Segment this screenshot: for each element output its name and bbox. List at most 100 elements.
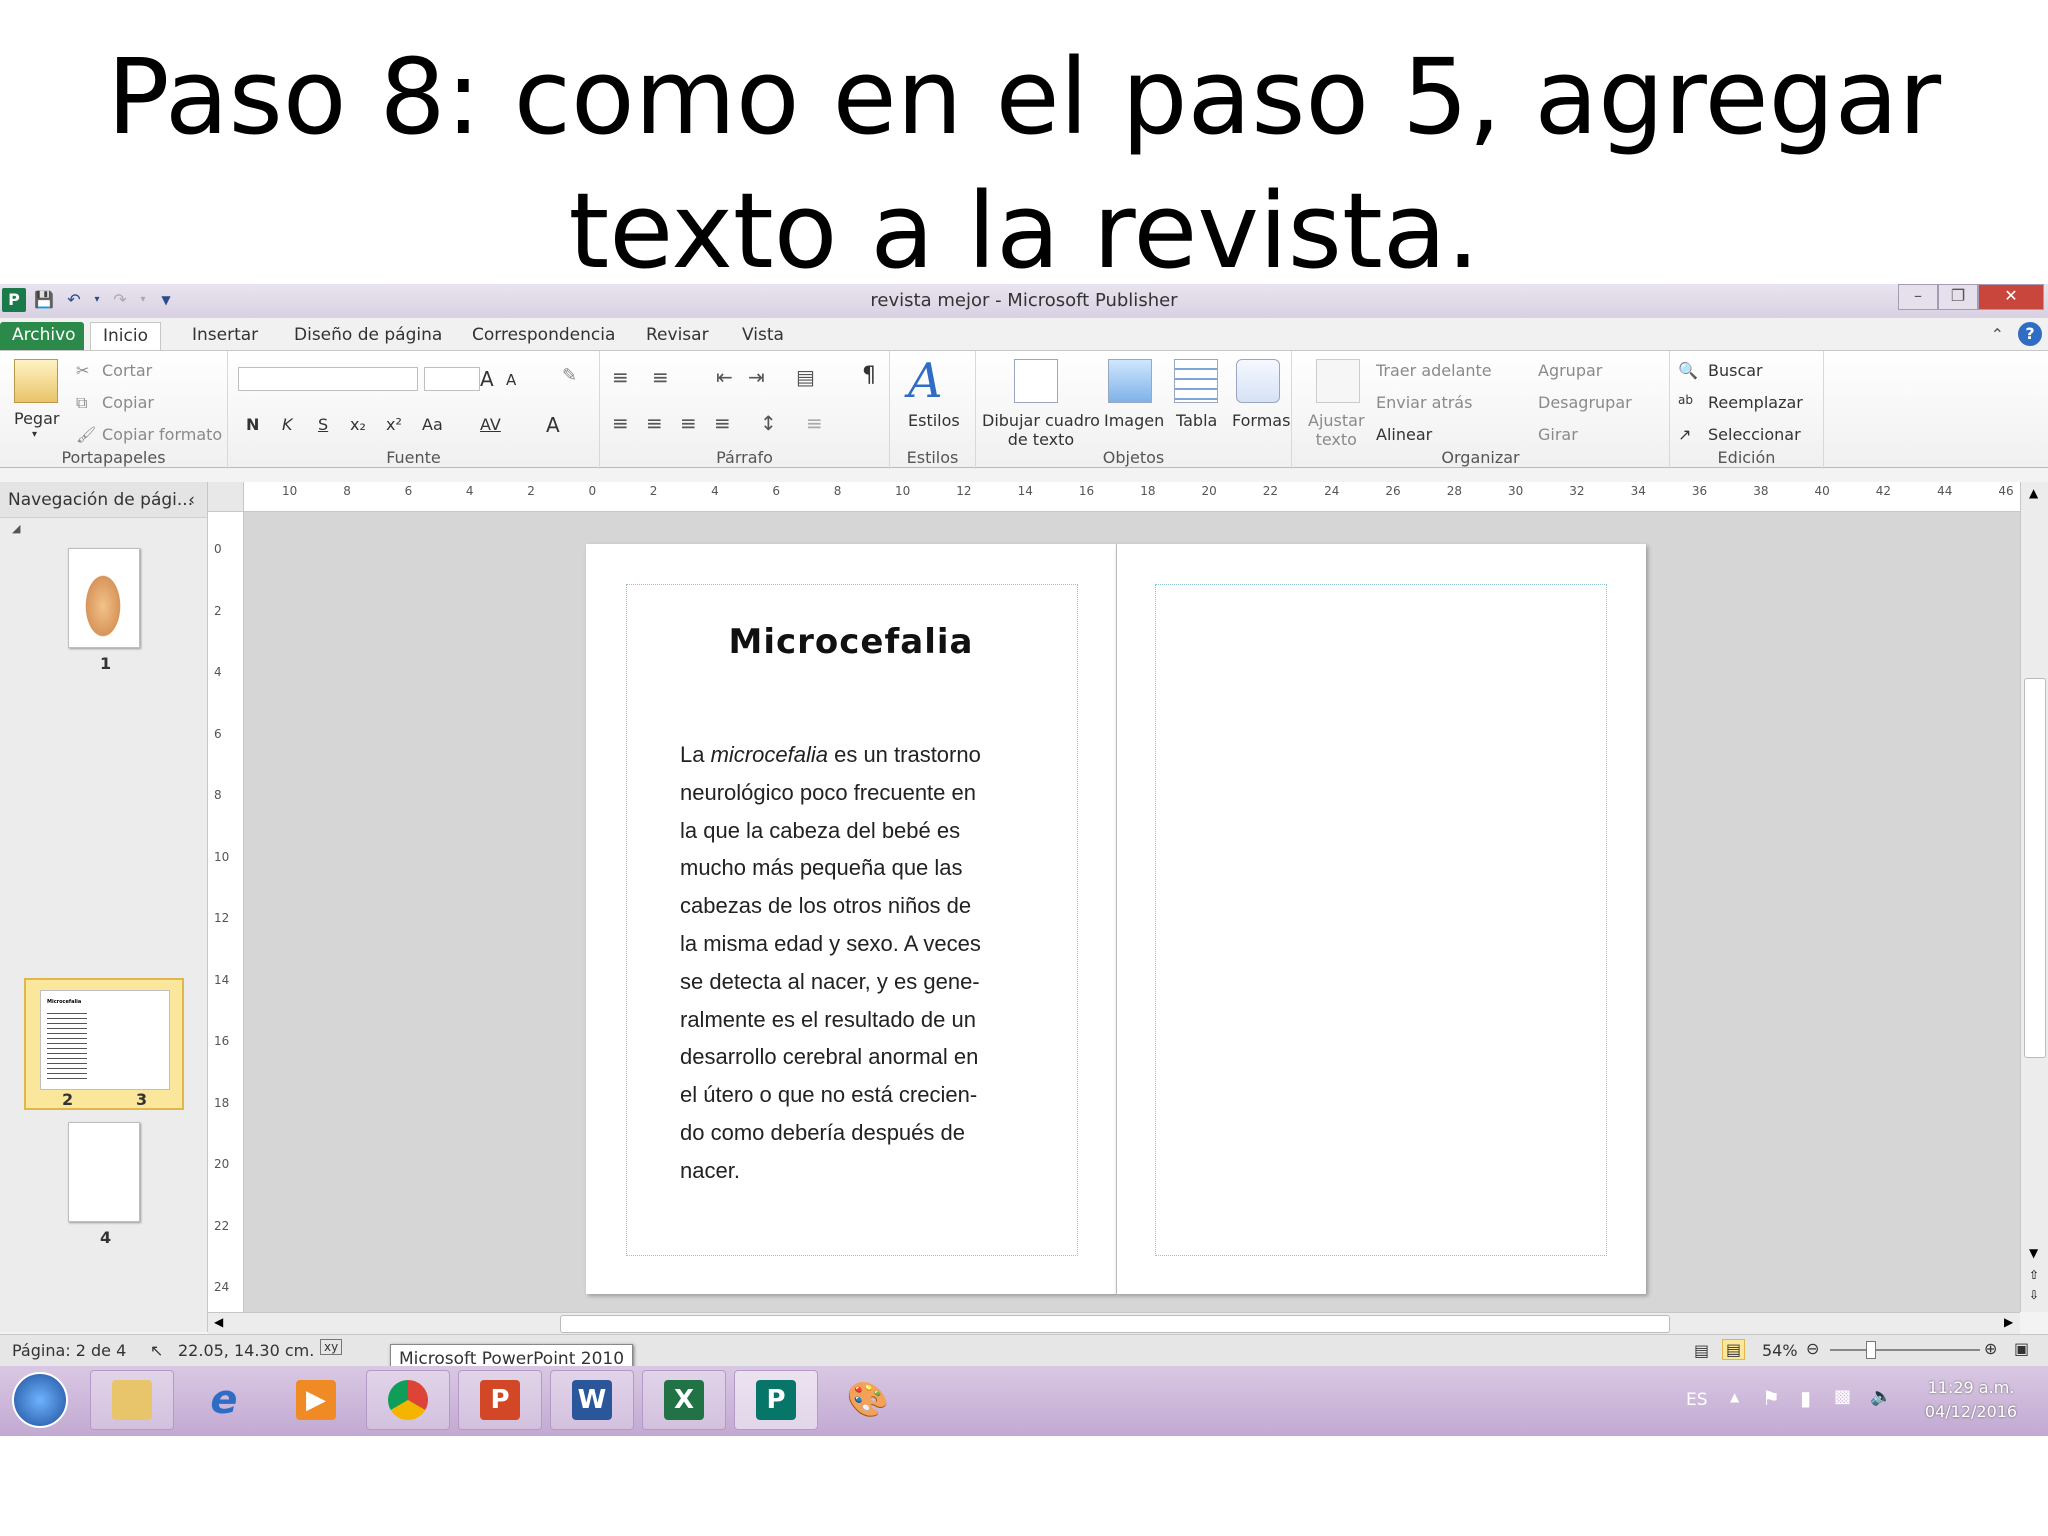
columns-icon[interactable]: ▤ <box>796 365 815 389</box>
copy-icon[interactable]: ⧉ <box>76 393 87 413</box>
taskbar-explorer[interactable] <box>90 1370 174 1430</box>
character-spacing-button[interactable]: AV <box>480 415 501 434</box>
align-right-icon[interactable]: ≡ <box>680 411 697 435</box>
line-spacing-icon[interactable]: ↕ <box>760 411 777 435</box>
cut-button[interactable]: Cortar <box>102 361 152 380</box>
selected-spread[interactable]: Microcefalia 2 3 <box>24 978 184 1110</box>
page-2[interactable]: Microcefalia La microcefalia es un trast… <box>586 544 1116 1294</box>
action-center-icon[interactable]: ⚑ <box>1762 1386 1780 1410</box>
help-icon[interactable]: ? <box>2018 322 2042 346</box>
page-thumbnail-2-3[interactable]: Microcefalia <box>40 990 170 1090</box>
replace-icon[interactable]: ab <box>1678 393 1693 407</box>
table-icon[interactable] <box>1174 359 1218 403</box>
battery-icon[interactable]: ▮ <box>1800 1386 1811 1410</box>
replace-button[interactable]: Reemplazar <box>1708 393 1803 412</box>
zoom-out-icon[interactable]: ⊖ <box>1806 1339 1819 1358</box>
styles-icon[interactable]: A <box>908 353 943 409</box>
ungroup-button[interactable]: Desagrupar <box>1538 393 1632 412</box>
clock[interactable]: 11:29 a.m. 04/12/2016 <box>1916 1376 2026 1424</box>
paragraph-spacing-icon[interactable]: ≡ <box>806 411 823 435</box>
shapes-icon[interactable] <box>1236 359 1280 403</box>
tab-inicio[interactable]: Inicio <box>90 322 161 350</box>
font-name-combo[interactable] <box>238 367 418 391</box>
close-icon[interactable]: ✕ <box>1978 284 2044 310</box>
bold-button[interactable]: N <box>246 415 259 434</box>
numbering-icon[interactable]: ≡ <box>652 365 669 389</box>
tab-revisar[interactable]: Revisar <box>634 322 721 350</box>
taskbar-chrome[interactable] <box>366 1370 450 1430</box>
show-formatting-button[interactable]: ¶ <box>862 363 876 388</box>
select-button[interactable]: Seleccionar <box>1708 425 1801 444</box>
taskbar-internet-explorer[interactable]: e <box>182 1370 266 1430</box>
horizontal-ruler[interactable]: 10 8 6 4 2 0 2 4 6 8 10 12 14 16 18 20 22 24 26 28 30 32 34 36 3… <box>244 482 2020 512</box>
taskbar-publisher[interactable]: P <box>734 1370 818 1430</box>
next-page-icon[interactable]: ⇩ <box>2029 1288 2039 1302</box>
tab-vista[interactable]: Vista <box>730 322 796 350</box>
tab-diseno-pagina[interactable]: Diseño de página <box>282 322 454 350</box>
start-button-icon[interactable] <box>12 1372 68 1428</box>
clear-format-icon[interactable]: ✎ <box>562 365 577 386</box>
taskbar-powerpoint[interactable]: P <box>458 1370 542 1430</box>
taskbar-excel[interactable]: X <box>642 1370 726 1430</box>
vertical-scrollbar[interactable]: ▲ ▼ ⇧ ⇩ <box>2020 482 2048 1312</box>
justify-icon[interactable]: ≡ <box>714 411 731 435</box>
taskbar-word[interactable]: W <box>550 1370 634 1430</box>
format-painter-icon[interactable]: 🖌 <box>76 425 96 444</box>
zoom-in-icon[interactable]: ⊕ <box>1984 1339 1997 1358</box>
page-indicator[interactable]: Página: 2 de 4 <box>12 1341 126 1360</box>
horizontal-scroll-thumb[interactable] <box>560 1315 1670 1333</box>
horizontal-scrollbar[interactable]: ◀ ▶ <box>208 1312 2020 1334</box>
page-thumbnail-4[interactable] <box>68 1122 140 1222</box>
tab-archivo[interactable]: Archivo <box>0 322 84 350</box>
grow-font-icon[interactable]: A <box>480 367 494 391</box>
wrap-text-button[interactable]: Ajustar texto <box>1308 411 1365 449</box>
tab-correspondencia[interactable]: Correspondencia <box>460 322 627 350</box>
picture-icon[interactable] <box>1108 359 1152 403</box>
text-box-icon[interactable] <box>1014 359 1058 403</box>
copy-button[interactable]: Copiar <box>102 393 154 412</box>
group-button[interactable]: Agrupar <box>1538 361 1602 380</box>
volume-icon[interactable]: 🔈 <box>1870 1386 1892 1407</box>
section-collapse-icon[interactable]: ◢ <box>12 522 20 535</box>
paste-button[interactable]: Pegar <box>14 409 59 428</box>
show-hidden-icons-icon[interactable]: ▲ <box>1730 1390 1739 1404</box>
rotate-button[interactable]: Girar <box>1538 425 1578 444</box>
vertical-scroll-thumb[interactable] <box>2024 678 2046 1058</box>
change-case-button[interactable]: Aa <box>422 415 443 434</box>
align-center-icon[interactable]: ≡ <box>646 411 663 435</box>
vertical-ruler[interactable]: 0 2 4 6 8 10 12 14 16 18 20 22 24 <box>208 512 244 1312</box>
shapes-button[interactable]: Formas <box>1232 411 1290 430</box>
taskbar-paint[interactable]: 🎨 <box>826 1370 910 1430</box>
send-backward-button[interactable]: Enviar atrás <box>1376 393 1472 412</box>
font-size-combo[interactable] <box>424 367 480 391</box>
scroll-up-icon[interactable]: ▲ <box>2029 486 2038 500</box>
wrap-text-icon[interactable] <box>1316 359 1360 403</box>
styles-button[interactable]: Estilos <box>908 411 960 430</box>
scroll-left-icon[interactable]: ◀ <box>214 1315 223 1329</box>
zoom-slider[interactable] <box>1830 1341 1980 1359</box>
language-indicator[interactable]: ES <box>1686 1390 1708 1410</box>
align-button[interactable]: Alinear <box>1376 425 1432 444</box>
scroll-right-icon[interactable]: ▶ <box>2004 1315 2013 1329</box>
picture-button[interactable]: Imagen <box>1104 411 1164 430</box>
subscript-button[interactable]: x₂ <box>350 415 366 434</box>
taskbar-media-player[interactable]: ▶ <box>274 1370 358 1430</box>
bring-forward-button[interactable]: Traer adelante <box>1376 361 1492 380</box>
align-left-icon[interactable]: ≡ <box>612 411 629 435</box>
shrink-font-icon[interactable]: A <box>506 371 516 389</box>
find-icon[interactable]: 🔍 <box>1678 361 1698 380</box>
draw-text-box-button[interactable]: Dibujar cuadro de texto <box>982 411 1100 449</box>
previous-page-icon[interactable]: ⇧ <box>2029 1268 2039 1282</box>
format-painter-button[interactable]: Copiar formato <box>102 425 222 444</box>
article-heading[interactable]: Microcefalia <box>586 622 1116 662</box>
page-thumbnail-1[interactable] <box>68 548 140 648</box>
bullets-icon[interactable]: ≡ <box>612 365 629 389</box>
single-page-view-icon[interactable]: ▤ <box>1694 1341 1709 1360</box>
table-button[interactable]: Tabla <box>1176 411 1217 430</box>
restore-icon[interactable]: ❐ <box>1938 284 1978 310</box>
paste-icon[interactable] <box>14 359 58 403</box>
page-3[interactable] <box>1116 544 1646 1294</box>
superscript-button[interactable]: x² <box>386 415 402 434</box>
article-body[interactable]: La microcefalia es un trastorno neurológi… <box>680 736 1060 1190</box>
zoom-level[interactable]: 54% <box>1762 1341 1798 1360</box>
